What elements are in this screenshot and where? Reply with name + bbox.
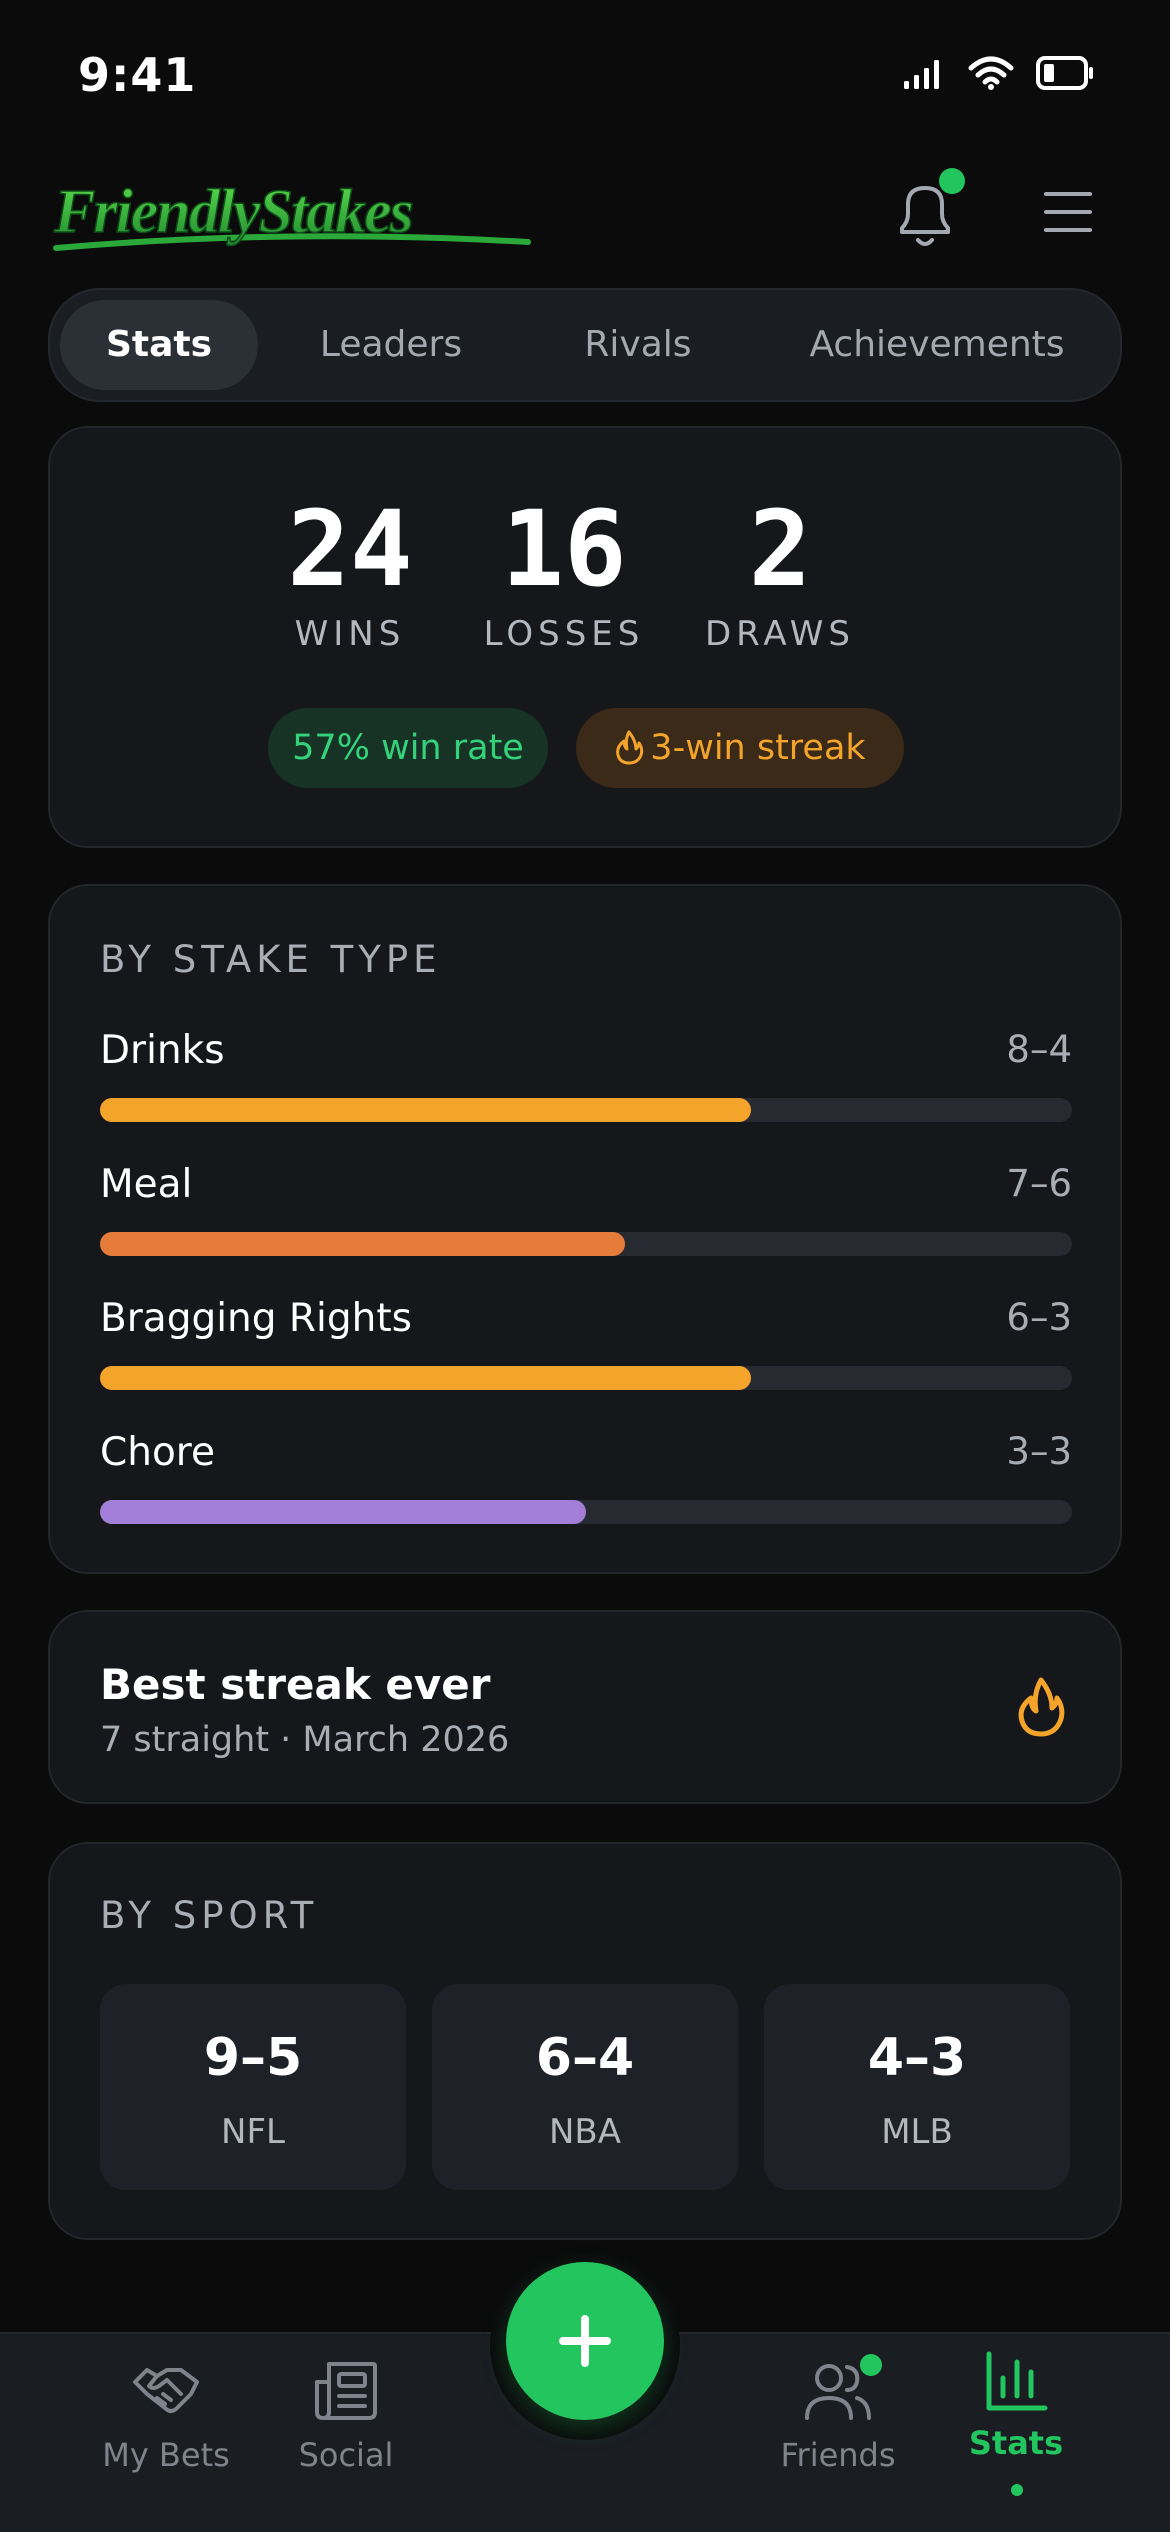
stake-label-bragging: Bragging Rights (100, 1296, 412, 1341)
stake-label-drinks: Drinks (100, 1028, 225, 1073)
best-streak-title: Best streak ever (100, 1660, 491, 1709)
logo-text: FriendlyStakes (53, 178, 413, 246)
stake-bar-fill (100, 1366, 752, 1390)
sport-section-title: BY SPORT (100, 1894, 319, 1937)
best-streak-card[interactable]: Best streak ever 7 straight · March 2026 (48, 1610, 1122, 1804)
nav-label: Social (298, 2436, 394, 2474)
stake-label-meal: Meal (100, 1162, 193, 1207)
stake-bar-chore (100, 1500, 1072, 1524)
wins-count: 24 (287, 488, 413, 610)
losses-label: LOSSES (483, 614, 645, 654)
stake-bar-fill (100, 1232, 625, 1256)
draws-label: DRAWS (704, 614, 856, 654)
friends-notification-dot (860, 2354, 882, 2376)
bar-chart-icon (986, 2351, 1048, 2411)
nav-friends[interactable]: Friends (748, 2360, 928, 2474)
win-rate-badge: 57% win rate (268, 708, 548, 788)
sport-name: MLB (881, 2112, 953, 2152)
tab-leaders[interactable]: Leaders (272, 300, 510, 390)
sport-record: 9–5 (203, 2028, 303, 2088)
streak-text: 3-win streak (650, 728, 866, 768)
nav-label: My Bets (102, 2436, 230, 2474)
stake-record-drinks: 8–4 (1006, 1028, 1072, 1071)
handshake-icon (133, 2368, 199, 2413)
stake-bar-fill (100, 1500, 586, 1524)
active-nav-indicator (1011, 2484, 1023, 2496)
sport-tile-nfl[interactable]: 9–5 NFL (100, 1984, 406, 2190)
status-time: 9:41 (78, 48, 197, 102)
stake-bar-meal (100, 1232, 1072, 1256)
newspaper-icon (315, 2362, 377, 2420)
battery-icon (1036, 56, 1093, 90)
plus-icon (559, 2315, 611, 2367)
sport-card: BY SPORT 9–5 NFL 6–4 NBA 4–3 MLB (48, 1842, 1122, 2240)
stake-record-meal: 7–6 (1006, 1162, 1072, 1205)
sport-name: NFL (221, 2112, 285, 2152)
signal-icon (904, 60, 939, 89)
losses-count: 16 (501, 488, 627, 610)
add-bet-button[interactable] (506, 2262, 664, 2420)
notification-dot (939, 168, 965, 194)
draws-count: 2 (748, 488, 812, 610)
record-card: 24 WINS 16 LOSSES 2 DRAWS 57% win rate 3… (48, 426, 1122, 848)
flame-icon (616, 730, 644, 765)
best-streak-subtitle: 7 straight · March 2026 (100, 1720, 510, 1760)
app-header: FriendlyStakes (0, 150, 1170, 280)
tab-achievements[interactable]: Achievements (764, 300, 1110, 390)
sport-tile-mlb[interactable]: 4–3 MLB (764, 1984, 1070, 2190)
stake-bar-bragging (100, 1366, 1072, 1390)
flame-icon (1018, 1677, 1065, 1737)
nav-label: Stats (968, 2424, 1064, 2462)
tab-stats[interactable]: Stats (60, 300, 258, 390)
stake-bar-drinks (100, 1098, 1072, 1122)
nav-label: Friends (780, 2436, 896, 2474)
nav-stats[interactable]: Stats (926, 2348, 1106, 2462)
tab-rivals[interactable]: Rivals (528, 300, 748, 390)
stake-label-chore: Chore (100, 1430, 215, 1475)
stake-record-chore: 3–3 (1006, 1430, 1072, 1473)
sport-record: 4–3 (867, 2028, 967, 2088)
sport-tile-nba[interactable]: 6–4 NBA (432, 1984, 738, 2190)
stake-record-bragging: 6–3 (1006, 1296, 1072, 1339)
tab-bar: Stats Leaders Rivals Achievements (48, 288, 1122, 402)
stake-section-title: BY STAKE TYPE (100, 938, 442, 981)
stake-bar-fill (100, 1098, 752, 1122)
status-icons (902, 56, 1094, 90)
sport-record: 6–4 (535, 2028, 635, 2088)
sport-name: NBA (548, 2112, 622, 2152)
nav-my-bets[interactable]: My Bets (76, 2360, 256, 2474)
streak-badge: 3-win streak (576, 708, 904, 788)
app-logo[interactable]: FriendlyStakes (48, 170, 548, 260)
stake-type-card: BY STAKE TYPE Drinks 8–4 Meal 7–6 Braggi… (48, 884, 1122, 1574)
menu-icon[interactable] (1040, 182, 1096, 242)
wins-label: WINS (294, 614, 406, 654)
nav-social[interactable]: Social (256, 2360, 436, 2474)
wifi-icon (968, 56, 1014, 90)
status-bar: 9:41 (0, 0, 1170, 150)
